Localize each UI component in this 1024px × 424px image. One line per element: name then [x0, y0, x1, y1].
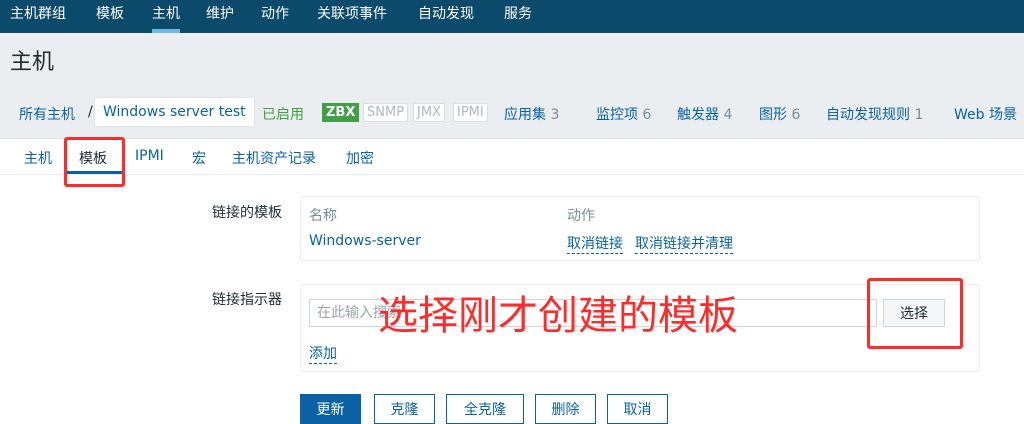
- breadcrumb-separator: /: [88, 104, 93, 120]
- clone-button[interactable]: 克隆: [374, 394, 435, 424]
- tab-ipmi[interactable]: IPMI: [135, 148, 164, 164]
- link-applications[interactable]: 应用集 3: [504, 104, 559, 124]
- form-tabs: 主机 模板 IPMI 宏 主机资产记录 加密: [0, 139, 1024, 175]
- delete-button[interactable]: 删除: [535, 394, 596, 424]
- unlink-and-clear-button[interactable]: 取消链接并清理: [635, 233, 733, 254]
- column-header-action: 动作: [567, 208, 595, 224]
- status-badge[interactable]: 已启用: [262, 104, 304, 124]
- link-indicator-label: 链接指示器: [212, 292, 282, 308]
- breadcrumb-current-host[interactable]: Windows server test: [94, 97, 255, 127]
- template-name-link[interactable]: Windows-server: [309, 233, 421, 249]
- tab-encryption[interactable]: 加密: [346, 148, 374, 168]
- linked-templates-table: 名称 动作 Windows-server 取消链接 取消链接并清理: [300, 196, 980, 261]
- link-discovery-rules[interactable]: 自动发现规则 1: [826, 104, 923, 124]
- annotation-box-templates-tab: [64, 137, 125, 187]
- cancel-button[interactable]: 取消: [607, 394, 668, 424]
- column-header-name: 名称: [309, 208, 337, 224]
- availability-zbx: ZBX: [322, 103, 360, 122]
- annotation-text: 选择刚才创建的模板: [378, 293, 738, 339]
- nav-correlation[interactable]: 关联项事件: [317, 0, 387, 33]
- link-triggers[interactable]: 触发器 4: [677, 104, 732, 124]
- top-navigation: 主机群组 模板 主机 维护 动作 关联项事件 自动发现 服务: [0, 0, 1024, 33]
- link-web-scenarios[interactable]: Web 场景: [954, 104, 1017, 124]
- page-title: 主机: [10, 50, 55, 75]
- availability-ipmi: IPMI: [453, 103, 488, 122]
- full-clone-button[interactable]: 全克隆: [446, 394, 524, 424]
- tab-macros[interactable]: 宏: [192, 148, 206, 168]
- linked-templates-label: 链接的模板: [212, 205, 282, 221]
- nav-actions[interactable]: 动作: [261, 0, 289, 33]
- update-button[interactable]: 更新: [300, 394, 361, 424]
- availability-snmp: SNMP: [363, 103, 409, 122]
- link-graphs[interactable]: 图形 6: [759, 104, 800, 124]
- nav-discovery[interactable]: 自动发现: [418, 0, 474, 33]
- nav-host-groups[interactable]: 主机群组: [10, 0, 66, 33]
- nav-templates[interactable]: 模板: [96, 0, 124, 33]
- nav-hosts[interactable]: 主机: [152, 0, 180, 33]
- availability-jmx: JMX: [413, 103, 445, 122]
- tab-inventory[interactable]: 主机资产记录: [232, 148, 316, 168]
- link-items[interactable]: 监控项 6: [596, 104, 651, 124]
- nav-maintenance[interactable]: 维护: [206, 0, 234, 33]
- breadcrumb-all-hosts[interactable]: 所有主机: [19, 104, 75, 124]
- host-subnav: 所有主机 / Windows server test 已启用 ZBX SNMP …: [10, 96, 1024, 130]
- unlink-button[interactable]: 取消链接: [567, 233, 623, 254]
- tab-host[interactable]: 主机: [24, 148, 52, 168]
- annotation-box-select-button: [867, 278, 963, 349]
- add-template-link[interactable]: 添加: [309, 343, 337, 364]
- nav-services[interactable]: 服务: [504, 0, 532, 33]
